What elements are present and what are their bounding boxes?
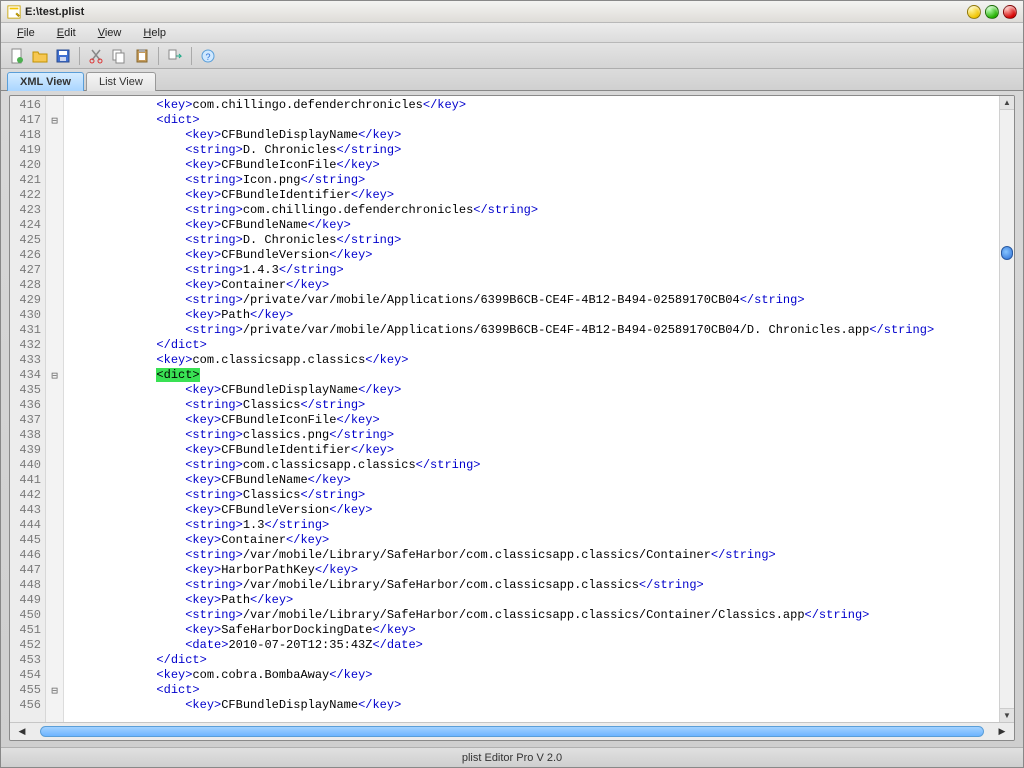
status-app-name: plist Editor Pro V 2.0 [462,752,562,764]
titlebar[interactable]: E:\test.plist [1,1,1023,23]
toolbar-separator [158,47,159,65]
menu-help[interactable]: Help [133,25,176,41]
minimize-button[interactable] [967,5,981,19]
vertical-scrollbar[interactable]: ▲ ▼ [999,96,1014,722]
code-view[interactable]: <key>com.chillingo.defenderchronicles</k… [64,96,1014,722]
maximize-button[interactable] [985,5,999,19]
close-button[interactable] [1003,5,1017,19]
scroll-right-arrow-icon[interactable]: ▶ [994,723,1010,740]
convert-button[interactable] [165,46,185,66]
tab-xml-view[interactable]: XML View [7,72,84,91]
window-controls [967,5,1017,19]
tab-list-view[interactable]: List View [86,72,156,91]
line-number-gutter[interactable]: 4164174184194204214224234244254264274284… [10,96,46,722]
menu-edit[interactable]: Edit [47,25,86,41]
horizontal-scroll-thumb[interactable] [40,726,984,737]
svg-text:?: ? [205,52,210,62]
statusbar: plist Editor Pro V 2.0 [1,747,1023,767]
copy-button[interactable] [109,46,129,66]
vertical-scroll-thumb[interactable] [1001,246,1013,260]
menu-file[interactable]: File [7,25,45,41]
app-icon [7,5,21,19]
view-tabs: XML View List View [1,69,1023,91]
scroll-left-arrow-icon[interactable]: ◀ [14,723,30,740]
help-button[interactable]: ? [198,46,218,66]
scroll-down-arrow-icon[interactable]: ▼ [1000,708,1014,722]
editor-frame: 4164174184194204214224234244254264274284… [9,95,1015,741]
menu-view[interactable]: View [88,25,132,41]
menubar: File Edit View Help [1,23,1023,43]
toolbar-separator [79,47,80,65]
fold-column[interactable]: ⊟⊟⊟ [46,96,64,722]
open-file-button[interactable] [30,46,50,66]
toolbar-separator [191,47,192,65]
toolbar: ? [1,43,1023,69]
editor-body[interactable]: 4164174184194204214224234244254264274284… [10,96,1014,722]
scroll-up-arrow-icon[interactable]: ▲ [1000,96,1014,110]
app-window: E:\test.plist File Edit View Help ? XML … [0,0,1024,768]
horizontal-scrollbar[interactable]: ◀ ▶ [10,722,1014,740]
cut-button[interactable] [86,46,106,66]
paste-button[interactable] [132,46,152,66]
editor-area: 4164174184194204214224234244254264274284… [1,91,1023,747]
new-file-button[interactable] [7,46,27,66]
window-title: E:\test.plist [25,6,84,18]
save-button[interactable] [53,46,73,66]
